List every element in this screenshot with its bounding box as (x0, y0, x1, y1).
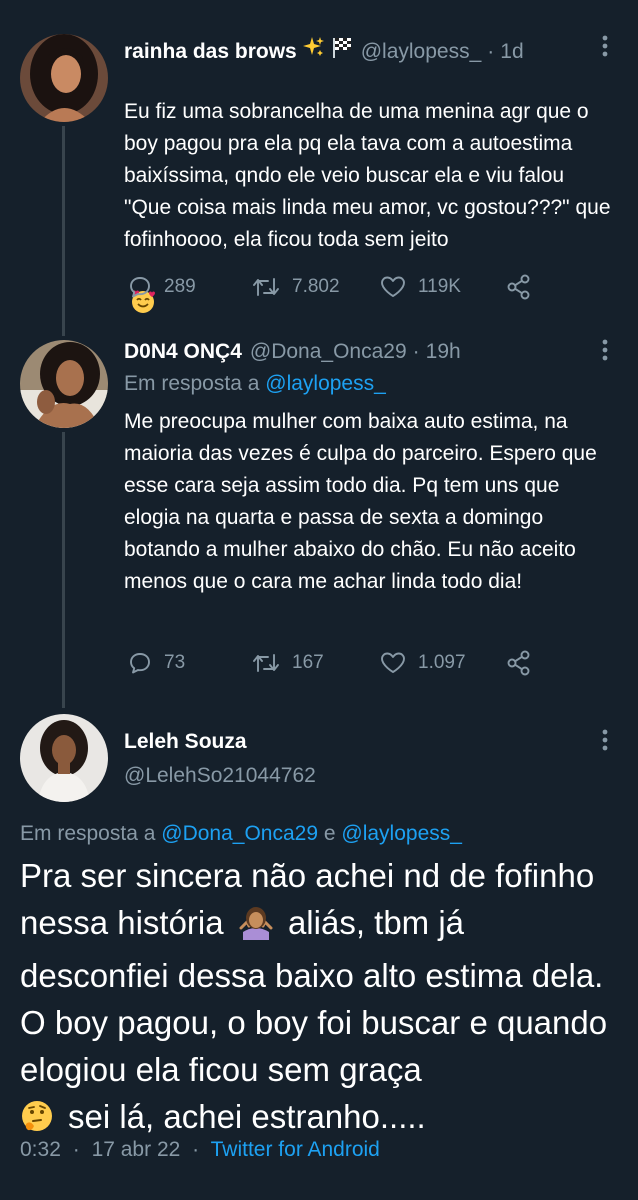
tweet-meta: 0:32 · 17 abr 22 · Twitter for Android (20, 1138, 380, 1162)
handle[interactable]: @LelehSo21044762 (124, 764, 316, 788)
avatar[interactable] (20, 34, 108, 122)
reply-icon (130, 653, 150, 674)
tweet-thread: rainha das brows @laylopess_ · 1d Eu fiz… (0, 0, 638, 1200)
reply-count: 289 (164, 276, 196, 297)
share-icon (507, 274, 530, 300)
tweet-date[interactable]: 17 abr 22 (92, 1138, 181, 1161)
avatar[interactable] (20, 340, 108, 428)
reply-button[interactable]: 73 (128, 651, 252, 675)
thread-line (62, 432, 65, 708)
reply-button[interactable]: 289 (128, 275, 252, 299)
replying-prefix: Em resposta a (20, 822, 156, 845)
replying-to-link[interactable]: @laylopess_ (265, 372, 386, 395)
sparkles-emoji (302, 36, 325, 64)
display-name[interactable]: rainha das brows (124, 40, 297, 64)
replying-to: Em resposta a @Dona_Onca29 e @laylopess_ (20, 822, 462, 846)
handle[interactable]: @laylopess_ (361, 40, 482, 64)
retweet-count: 167 (292, 652, 324, 673)
share-icon (507, 650, 530, 676)
tweet-source-link[interactable]: Twitter for Android (211, 1138, 380, 1161)
like-button[interactable]: 119K (380, 275, 506, 299)
retweet-icon (253, 278, 279, 296)
display-name[interactable]: D0N4 ONÇ4 (124, 340, 242, 364)
main-tweet-text: Pra ser sincera não achei nd de fofinho … (20, 852, 620, 1146)
reply-count: 73 (164, 652, 186, 673)
reply-icon (130, 277, 150, 298)
tweet-text-body: Eu fiz uma sobrancelha de uma menina agr… (124, 100, 611, 251)
retweet-button[interactable]: 7.802 (252, 275, 380, 299)
replying-to: Em resposta a @laylopess_ (124, 372, 386, 396)
display-name[interactable]: Leleh Souza (124, 730, 247, 754)
timestamp[interactable]: 1d (500, 40, 523, 64)
tweet-actions: 289 7.802 119K (128, 274, 544, 300)
main-tweet-text-part: sei lá, achei estranho..... (68, 1098, 426, 1135)
like-button[interactable]: 1.097 (380, 651, 506, 675)
like-icon (381, 276, 405, 297)
more-icon[interactable] (600, 34, 610, 58)
separator-dot: · (412, 340, 420, 363)
replying-and: e (323, 822, 336, 845)
tweet-header: Leleh Souza (124, 730, 247, 754)
separator-dot: · (72, 1138, 80, 1161)
replying-prefix: Em resposta a (124, 372, 260, 395)
separator-dot: · (192, 1138, 200, 1161)
share-button[interactable] (506, 274, 544, 300)
like-icon (381, 652, 405, 673)
tweet-time[interactable]: 0:32 (20, 1138, 61, 1161)
checkered-flag-emoji (331, 36, 353, 64)
share-button[interactable] (506, 650, 544, 676)
tweet-text: Me preocupa mulher com baixa auto estima… (124, 410, 597, 593)
tweet-handle-row: @LelehSo21044762 (124, 764, 316, 788)
handle[interactable]: @Dona_Onca29 (250, 340, 407, 364)
more-icon[interactable] (600, 728, 610, 752)
thread-line (62, 126, 65, 336)
tweet-header: rainha das brows @laylopess_ · 1d (124, 36, 524, 64)
like-count: 119K (418, 276, 461, 297)
replying-to-link[interactable]: @Dona_Onca29 (161, 822, 318, 845)
like-count: 1.097 (418, 652, 466, 673)
person-shrugging-emoji (239, 905, 273, 952)
tweet-actions: 73 167 1.097 (128, 650, 544, 676)
avatar[interactable] (20, 714, 108, 802)
retweet-button[interactable]: 167 (252, 651, 380, 675)
tweet-header: D0N4 ONÇ4 @Dona_Onca29 · 19h (124, 340, 461, 364)
retweet-count: 7.802 (292, 276, 340, 297)
separator-dot: · (487, 40, 495, 63)
more-icon[interactable] (600, 338, 610, 362)
timestamp[interactable]: 19h (426, 340, 461, 364)
replying-to-link[interactable]: @laylopess_ (341, 822, 462, 845)
retweet-icon (253, 654, 279, 672)
